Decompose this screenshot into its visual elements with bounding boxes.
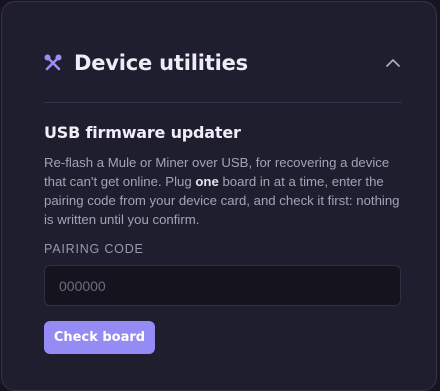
header-divider: [44, 102, 402, 103]
check-board-button[interactable]: Check board: [44, 321, 155, 354]
device-utilities-card: Device utilities USB firmware updater Re…: [1, 1, 437, 391]
description-emphasis: one: [195, 174, 219, 189]
tools-icon: [42, 52, 64, 74]
pairing-code-label: PAIRING CODE: [44, 242, 144, 256]
card-header[interactable]: Device utilities: [42, 46, 404, 80]
section-title: USB firmware updater: [44, 123, 241, 142]
updater-description: Re-flash a Mule or Miner over USB, for r…: [44, 153, 404, 229]
pairing-code-input[interactable]: [44, 265, 401, 306]
card-title: Device utilities: [74, 51, 248, 75]
chevron-up-icon[interactable]: [382, 52, 404, 74]
